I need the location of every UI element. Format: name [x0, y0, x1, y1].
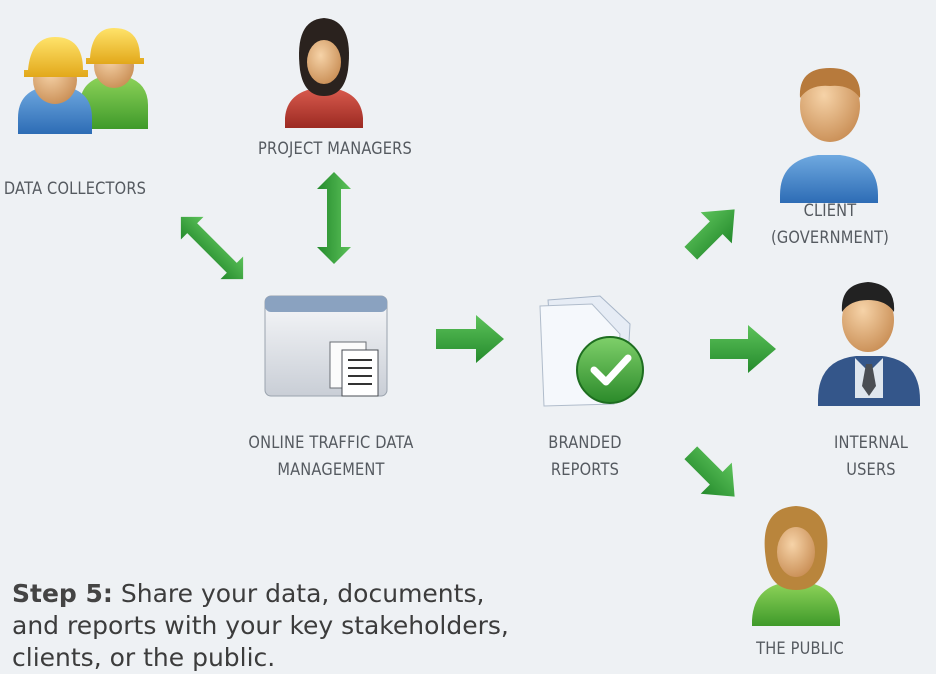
arrow-reports-client — [684, 209, 735, 260]
step-label: Step 5: — [12, 579, 113, 608]
arrow-collectors-online — [180, 216, 244, 280]
label-online-line1: ONLINE TRAFFIC DATA — [248, 433, 414, 453]
window-documents-icon — [264, 295, 388, 397]
diagram-canvas — [18, 18, 920, 626]
label-online-traffic: ONLINE TRAFFIC DATA MANAGEMENT — [215, 430, 447, 484]
label-branded-line1: BRANDED — [548, 433, 622, 453]
label-client-line2: (GOVERNMENT) — [770, 228, 890, 248]
person-female-icon — [285, 18, 363, 128]
label-internal-line1: INTERNAL — [833, 433, 909, 453]
label-branded-line2: REPORTS — [550, 460, 620, 480]
arrow-online-reports — [436, 315, 504, 363]
label-the-public: THE PUBLIC — [756, 639, 844, 659]
label-data-collectors: DATA COLLECTORS — [3, 179, 147, 199]
label-branded-reports: BRANDED REPORTS — [529, 430, 641, 484]
arrow-reports-public — [684, 446, 735, 497]
report-check-icon — [539, 295, 644, 407]
label-online-line2: MANAGEMENT — [277, 460, 385, 480]
label-internal-line2: USERS — [846, 460, 896, 480]
label-client-line1: CLIENT — [803, 201, 857, 221]
person-tie-icon — [818, 282, 920, 406]
person-blonde-icon — [752, 506, 840, 626]
person-male-icon — [780, 68, 878, 203]
label-internal-users: INTERNAL USERS — [815, 430, 927, 484]
label-client: CLIENT (GOVERNMENT) — [753, 198, 908, 252]
worker-pair-icon — [18, 28, 148, 134]
label-project-managers: PROJECT MANAGERS — [258, 139, 412, 159]
step-caption: Step 5: Share your data, documents, and … — [12, 578, 532, 674]
arrow-reports-internal — [710, 325, 776, 373]
arrow-managers-online — [317, 172, 351, 264]
